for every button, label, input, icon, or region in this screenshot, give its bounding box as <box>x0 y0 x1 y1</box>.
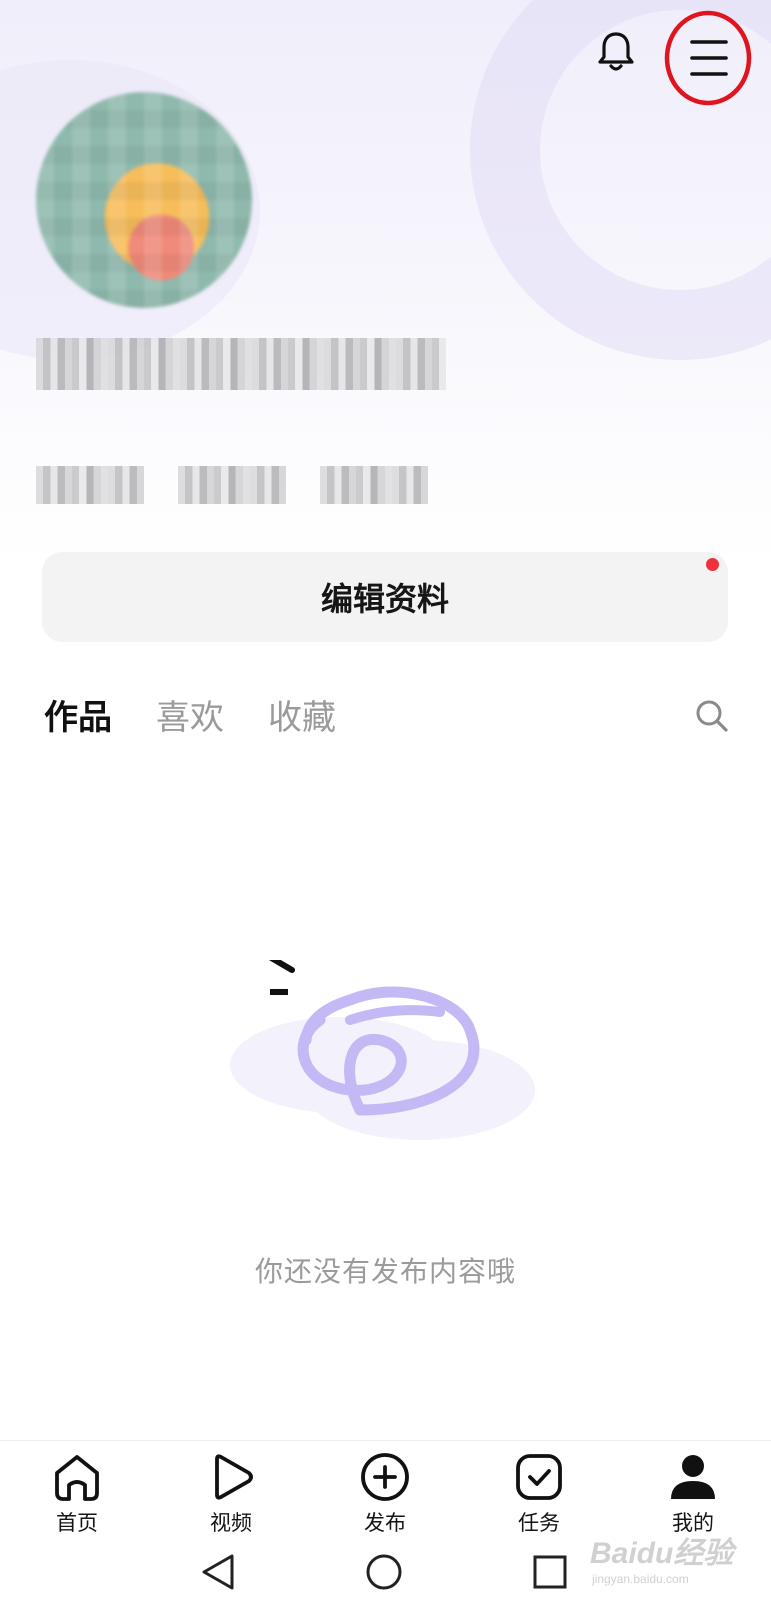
hamburger-menu-icon <box>690 40 728 76</box>
baidu-watermark: Baidu经验 jingyan.baidu.com <box>590 1528 733 1586</box>
stat-pixelated[interactable] <box>36 466 144 504</box>
recents-square-icon[interactable] <box>530 1552 570 1596</box>
profile-screen: 编辑资料 作品 喜欢 收藏 你还没有发布内容哦 首页 视频 发布 任务 我的 B… <box>0 0 771 1600</box>
nav-item-home[interactable]: 首页 <box>22 1449 132 1537</box>
home-circle-icon[interactable] <box>364 1552 404 1596</box>
person-icon <box>671 1455 715 1499</box>
nav-label: 首页 <box>56 1511 98 1535</box>
stat-pixelated[interactable] <box>178 466 286 504</box>
nav-item-video[interactable]: 视频 <box>176 1449 286 1537</box>
nav-item-tasks[interactable]: 任务 <box>484 1449 594 1537</box>
empty-state-illustration <box>230 953 550 1170</box>
search-icon[interactable] <box>694 698 730 734</box>
check-square-icon <box>516 1454 562 1500</box>
tab-likes[interactable]: 喜欢 <box>156 690 224 739</box>
edit-profile-button[interactable]: 编辑资料 <box>42 552 728 642</box>
username-pixelated <box>36 338 446 390</box>
nav-label: 任务 <box>518 1511 560 1535</box>
watermark-main: Baidu经验 <box>590 1537 734 1570</box>
tab-favorites[interactable]: 收藏 <box>268 690 336 739</box>
watermark-sub: jingyan.baidu.com <box>592 1572 689 1586</box>
play-icon <box>215 1454 253 1500</box>
home-icon <box>55 1455 99 1501</box>
stat-pixelated[interactable] <box>320 466 428 504</box>
nav-item-publish[interactable]: 发布 <box>330 1449 440 1537</box>
tab-works[interactable]: 作品 <box>44 690 112 739</box>
edit-profile-label: 编辑资料 <box>320 580 449 618</box>
back-triangle-icon[interactable] <box>198 1552 238 1596</box>
menu-button[interactable] <box>664 10 752 106</box>
notification-dot <box>706 558 719 571</box>
bell-icon[interactable] <box>596 30 636 74</box>
avatar[interactable] <box>36 92 252 308</box>
content-tabs: 作品 喜欢 收藏 <box>44 690 336 739</box>
nav-item-me[interactable]: 我的 <box>638 1449 748 1537</box>
nav-label: 视频 <box>210 1511 252 1535</box>
plus-circle-icon <box>361 1453 409 1501</box>
empty-state-message: 你还没有发布内容哦 <box>254 1255 516 1288</box>
nav-label: 发布 <box>364 1511 406 1535</box>
